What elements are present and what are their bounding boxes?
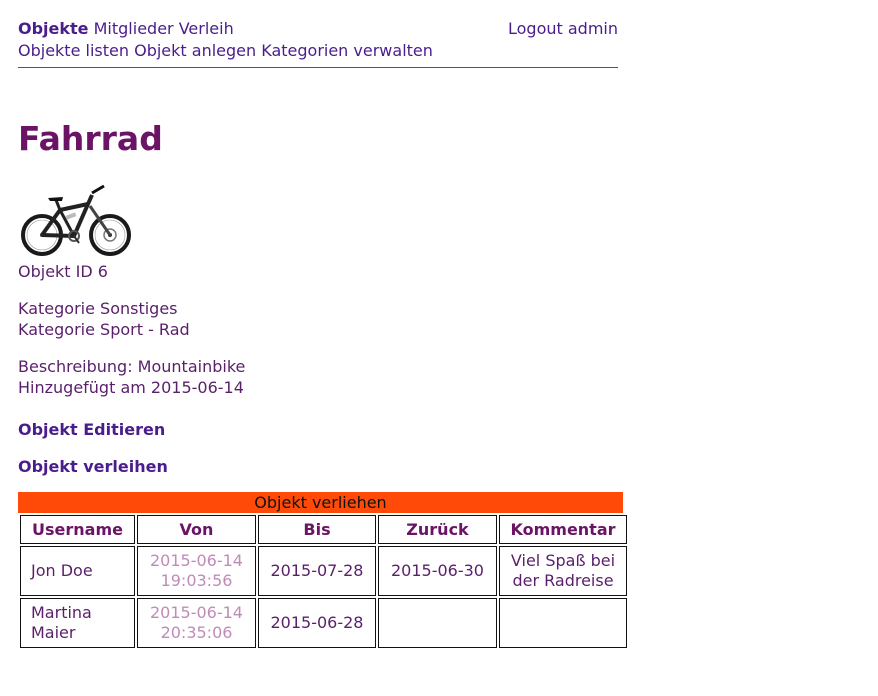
nav-link-mitglieder[interactable]: Mitglieder <box>94 19 174 38</box>
cell-username: Martina Maier <box>20 598 135 648</box>
lend-object-link[interactable]: Objekt verleihen <box>18 456 168 478</box>
top-navigation: Objekte Mitglieder Verleih Logout admin <box>18 18 618 40</box>
column-header-von: Von <box>137 515 256 544</box>
cell-von: 2015-06-14 19:03:56 <box>137 546 256 596</box>
table-header-row: Username Von Bis Zurück Kommentar <box>20 515 627 544</box>
subnav-link-objekte-listen[interactable]: Objekte listen <box>18 41 129 60</box>
column-header-username: Username <box>20 515 135 544</box>
column-header-zurueck: Zurück <box>378 515 497 544</box>
object-id: Objekt ID 6 <box>18 262 108 281</box>
bike-image <box>21 184 131 256</box>
object-added-date: Hinzugefügt am 2015-06-14 <box>18 378 244 397</box>
logout-link[interactable]: Logout admin <box>508 18 618 40</box>
subnav-link-objekt-anlegen[interactable]: Objekt anlegen <box>134 41 256 60</box>
cell-bis: 2015-07-28 <box>258 546 376 596</box>
category-sonstiges: Kategorie Sonstiges <box>18 299 178 318</box>
cell-kommentar <box>499 598 627 648</box>
nav-link-objekte[interactable]: Objekte <box>18 19 89 38</box>
category-sport-rad: Kategorie Sport - Rad <box>18 320 190 339</box>
cell-zurueck <box>378 598 497 648</box>
table-row: Jon Doe 2015-06-14 19:03:56 2015-07-28 2… <box>20 546 627 596</box>
page-title: Fahrrad <box>18 119 163 158</box>
nav-divider <box>18 67 618 68</box>
cell-bis: 2015-06-28 <box>258 598 376 648</box>
loans-caption: Objekt verliehen <box>18 492 623 513</box>
loans-table: Username Von Bis Zurück Kommentar Jon Do… <box>18 513 629 650</box>
cell-username: Jon Doe <box>20 546 135 596</box>
object-description: Beschreibung: Mountainbike <box>18 357 246 376</box>
table-row: Martina Maier 2015-06-14 20:35:06 2015-0… <box>20 598 627 648</box>
column-header-bis: Bis <box>258 515 376 544</box>
subnav-link-kategorien-verwalten[interactable]: Kategorien verwalten <box>261 41 433 60</box>
sub-navigation: Objekte listen Objekt anlegen Kategorien… <box>18 40 433 62</box>
cell-von: 2015-06-14 20:35:06 <box>137 598 256 648</box>
edit-object-link[interactable]: Objekt Editieren <box>18 419 165 441</box>
column-header-kommentar: Kommentar <box>499 515 627 544</box>
cell-zurueck: 2015-06-30 <box>378 546 497 596</box>
cell-kommentar: Viel Spaß bei der Radreise <box>499 546 627 596</box>
nav-link-verleih[interactable]: Verleih <box>179 19 234 38</box>
